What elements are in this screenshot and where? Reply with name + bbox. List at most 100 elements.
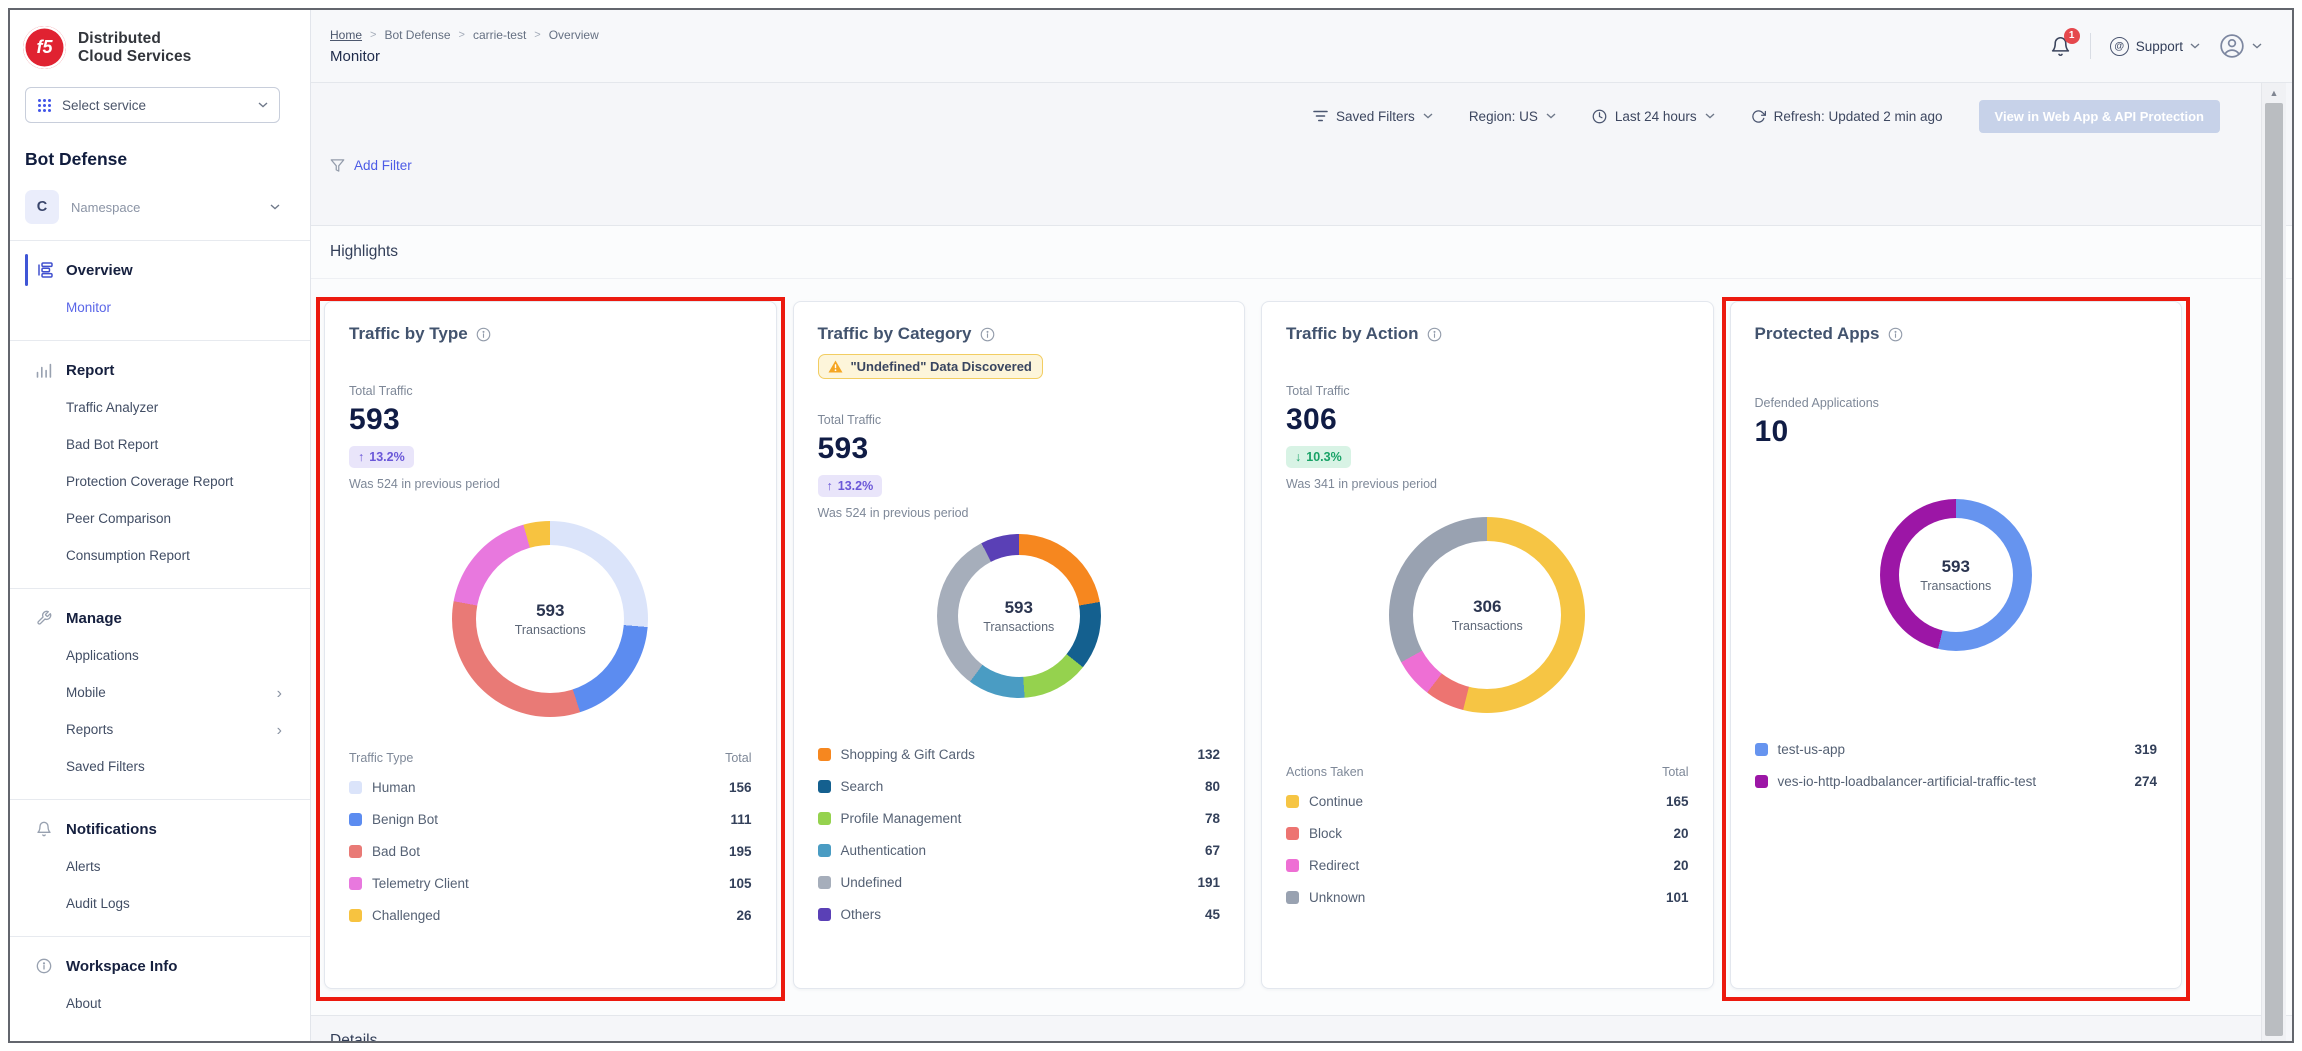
sidebar-item-manage[interactable]: Manage (10, 598, 310, 638)
info-icon[interactable] (1427, 327, 1442, 342)
chevron-down-icon (258, 102, 268, 108)
legend-item-ves-io-http-loadbalancer-artificial-traffic-test[interactable]: ves-io-http-loadbalancer-artificial-traf… (1755, 765, 2158, 797)
vertical-scrollbar[interactable]: ▲ (2261, 83, 2286, 1041)
legend-header: Traffic Type Total (349, 745, 752, 771)
legend-item-human[interactable]: Human156 (349, 771, 752, 803)
sidebar-item-report[interactable]: Report (10, 350, 310, 390)
breadcrumb-overview[interactable]: Overview (549, 28, 599, 42)
arrow-up-icon: ↑ (358, 450, 364, 464)
legend-value: 20 (1673, 826, 1688, 841)
traffic-by-type-donut-chart[interactable]: 593 Transactions (452, 521, 648, 717)
legend-item-block[interactable]: Block20 (1286, 817, 1689, 849)
traffic-by-action-donut-chart[interactable]: 306 Transactions (1389, 517, 1585, 713)
account-menu[interactable] (2219, 33, 2262, 59)
region-dropdown[interactable]: Region: US (1469, 109, 1556, 124)
refresh-button[interactable]: Refresh: Updated 2 min ago (1751, 109, 1943, 124)
breadcrumb-home[interactable]: Home (330, 28, 362, 42)
donut-center-value: 593 (536, 601, 564, 621)
time-range-dropdown[interactable]: Last 24 hours (1592, 109, 1715, 124)
scrollbar-thumb[interactable] (2265, 103, 2283, 1036)
legend-label: Search (841, 779, 884, 794)
donut-center-label: Transactions (1920, 579, 1991, 593)
notifications-bell-button[interactable]: 1 (2050, 36, 2071, 57)
legend-label: Benign Bot (372, 812, 438, 827)
sidebar-item-protection-coverage-report[interactable]: Protection Coverage Report (10, 464, 310, 501)
namespace-avatar: C (25, 190, 59, 224)
saved-filters-dropdown[interactable]: Saved Filters (1313, 109, 1433, 124)
legend-item-unknown[interactable]: Unknown101 (1286, 881, 1689, 913)
sidebar-item-consumption-report[interactable]: Consumption Report (10, 538, 310, 575)
sidebar-section-overview: OverviewMonitor (10, 241, 310, 341)
donut-center-value: 593 (1942, 557, 1970, 577)
legend-value: 195 (729, 844, 752, 859)
f5-logo-icon: f5 (23, 26, 66, 69)
card-title: Protected Apps (1755, 324, 1880, 344)
active-indicator (25, 602, 28, 634)
legend-item-test-us-app[interactable]: test-us-app319 (1755, 733, 2158, 765)
stat-label: Total Traffic (349, 384, 752, 398)
legend-swatch (349, 813, 362, 826)
sidebar-section-manage: ManageApplicationsMobile›Reports›Saved F… (10, 589, 310, 800)
warning-text: "Undefined" Data Discovered (851, 359, 1032, 374)
chevron-down-icon (2190, 43, 2200, 49)
protected-apps-donut-chart[interactable]: 593 Transactions (1880, 499, 2032, 651)
funnel-icon (330, 158, 345, 173)
legend-swatch (349, 909, 362, 922)
main-content: Home > Bot Defense > carrie-test > Overv… (311, 10, 2292, 1041)
add-filter[interactable]: Add Filter (330, 158, 2292, 173)
warning-triangle-icon (828, 360, 843, 373)
breadcrumb-bot-defense[interactable]: Bot Defense (384, 28, 450, 42)
sidebar-item-monitor[interactable]: Monitor (10, 290, 310, 327)
sidebar-item-notifications[interactable]: Notifications (10, 809, 310, 849)
sidebar-item-bad-bot-report[interactable]: Bad Bot Report (10, 427, 310, 464)
breadcrumb: Home > Bot Defense > carrie-test > Overv… (330, 28, 599, 42)
legend-item-challenged[interactable]: Challenged26 (349, 899, 752, 931)
namespace-selector[interactable]: C Namespace (25, 190, 280, 224)
legend-item-benign-bot[interactable]: Benign Bot111 (349, 803, 752, 835)
legend-item-continue[interactable]: Continue165 (1286, 785, 1689, 817)
sidebar-item-applications[interactable]: Applications (10, 638, 310, 675)
info-icon[interactable] (980, 327, 995, 342)
scroll-up-arrow-icon[interactable]: ▲ (2262, 83, 2286, 103)
legend-label: Unknown (1309, 890, 1365, 905)
legend-item-redirect[interactable]: Redirect20 (1286, 849, 1689, 881)
traffic-by-category-donut-chart[interactable]: 593 Transactions (937, 534, 1101, 698)
donut-area: 593 Transactions (349, 521, 752, 717)
sidebar: f5 Distributed Cloud Services Select ser… (10, 10, 311, 1041)
legend-item-shopping-gift-cards[interactable]: Shopping & Gift Cards132 (818, 738, 1221, 770)
sidebar-item-workspace-info[interactable]: Workspace Info (10, 946, 310, 986)
sidebar-item-about[interactable]: About (10, 986, 310, 1023)
support-menu[interactable]: @ Support (2110, 37, 2200, 56)
view-in-waap-button[interactable]: View in Web App & API Protection (1979, 100, 2220, 133)
highlights-section: Traffic by Type Total Traffic 593 ↑ 13.2… (311, 279, 2292, 1016)
sidebar-item-overview[interactable]: Overview (10, 250, 310, 290)
info-icon[interactable] (1888, 327, 1903, 342)
sidebar-item-peer-comparison[interactable]: Peer Comparison (10, 501, 310, 538)
brand-logo[interactable]: f5 Distributed Cloud Services (10, 24, 310, 83)
chevron-right-icon: › (277, 686, 282, 702)
app-window: f5 Distributed Cloud Services Select ser… (8, 8, 2294, 1043)
info-icon[interactable] (476, 327, 491, 342)
donut-center-value: 593 (1005, 598, 1033, 618)
legend-item-profile-management[interactable]: Profile Management78 (818, 802, 1221, 834)
legend-swatch (1755, 775, 1768, 788)
legend-item-others[interactable]: Others45 (818, 898, 1221, 930)
legend-item-bad-bot[interactable]: Bad Bot195 (349, 835, 752, 867)
sidebar-item-alerts[interactable]: Alerts (10, 849, 310, 886)
select-service-dropdown[interactable]: Select service (25, 87, 280, 123)
legend-item-authentication[interactable]: Authentication67 (818, 834, 1221, 866)
legend-item-undefined[interactable]: Undefined191 (818, 866, 1221, 898)
sidebar-item-audit-logs[interactable]: Audit Logs (10, 886, 310, 923)
legend: test-us-app319ves-io-http-loadbalancer-a… (1755, 733, 2158, 797)
legend-item-search[interactable]: Search80 (818, 770, 1221, 802)
sidebar-item-reports[interactable]: Reports› (10, 712, 310, 749)
undefined-data-warning-badge[interactable]: "Undefined" Data Discovered (818, 354, 1043, 379)
delta-text: 10.3% (1306, 450, 1341, 464)
breadcrumb-carrie-test[interactable]: carrie-test (473, 28, 526, 42)
sidebar-item-mobile[interactable]: Mobile› (10, 675, 310, 712)
sidebar-item-traffic-analyzer[interactable]: Traffic Analyzer (10, 390, 310, 427)
legend-item-telemetry-client[interactable]: Telemetry Client105 (349, 867, 752, 899)
sidebar-item-saved-filters[interactable]: Saved Filters (10, 749, 310, 786)
card-title: Traffic by Type (349, 324, 468, 344)
overview-icon (36, 262, 55, 278)
